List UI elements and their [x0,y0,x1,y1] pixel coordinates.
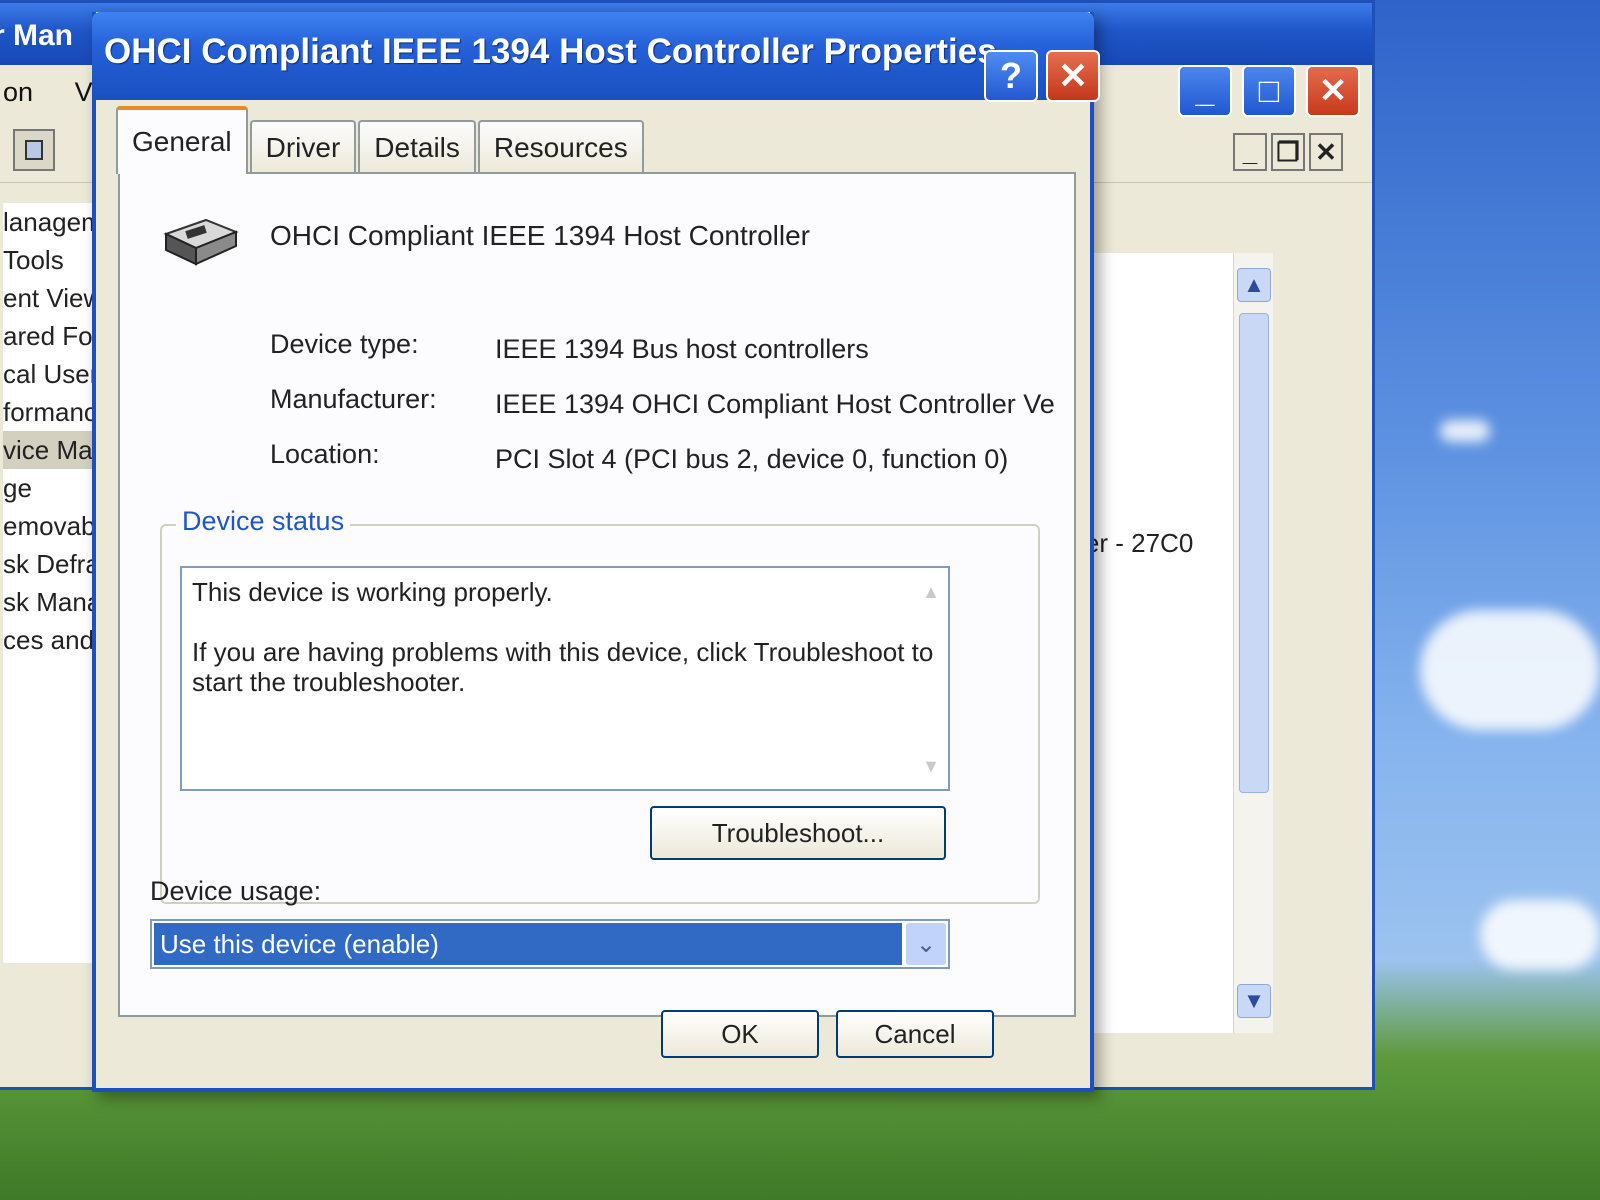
device-status-title: Device status [176,506,351,537]
manufacturer-label: Manufacturer: [270,384,437,414]
mdi-controls: _ ❐ ✕ [1233,133,1343,171]
mdi-close-button[interactable]: ✕ [1309,133,1343,171]
chevron-down-icon[interactable]: ⌄ [906,923,946,965]
ok-button[interactable]: OK [661,1010,819,1058]
vertical-scrollbar[interactable]: ▲ ▼ [1233,253,1273,1033]
tab-resources[interactable]: Resources [477,120,644,174]
cancel-button[interactable]: Cancel [836,1010,994,1058]
console-tree-icon [25,140,43,160]
mdi-minimize-button[interactable]: _ [1233,133,1267,171]
scroll-up-arrow-icon: ▲ [922,582,940,602]
device-status-text: This device is working properly. If you … [180,566,950,791]
help-button[interactable]: ? [984,50,1038,102]
mdi-restore-button[interactable]: ❐ [1271,133,1305,171]
close-button[interactable]: ✕ [1306,65,1360,117]
device-usage-dropdown[interactable]: Use this device (enable) ⌄ [150,919,950,969]
cloud [1480,900,1600,970]
status-scrollbar: ▲ ▼ [918,582,944,782]
status-help-line: If you are having problems with this dev… [192,636,934,697]
scroll-up-arrow-icon[interactable]: ▲ [1237,268,1271,302]
tab-strip: General Driver Details Resources [116,104,644,174]
device-type-label: Device type: [270,329,419,359]
device-status-group: Device status This device is working pro… [160,506,1040,904]
device-usage-label: Device usage: [150,876,322,906]
scroll-down-arrow-icon[interactable]: ▼ [1237,984,1271,1018]
tab-details[interactable]: Details [358,120,476,174]
menu-action[interactable]: on [3,77,33,107]
show-hide-console-tree-button[interactable] [13,129,55,171]
scroll-down-arrow-icon: ▼ [922,756,940,776]
device-name: OHCI Compliant IEEE 1394 Host Controller [270,220,810,251]
cloud [1420,610,1600,730]
location-value: PCI Slot 4 (PCI bus 2, device 0, functio… [495,444,1009,474]
device-list-pane: troller - 27C0 ▲ ▼ [1043,253,1273,1033]
device-usage-selected[interactable]: Use this device (enable) [154,923,902,965]
minimize-button[interactable]: _ [1178,65,1232,117]
status-line: This device is working properly. [192,577,553,607]
maximize-button[interactable]: □ [1242,65,1296,117]
troubleshoot-button[interactable]: Troubleshoot... [650,806,946,860]
scroll-thumb[interactable] [1239,313,1269,793]
dialog-titlebar[interactable]: OHCI Compliant IEEE 1394 Host Controller… [92,12,1094,100]
location-label: Location: [270,439,380,469]
general-tab-panel: OHCI Compliant IEEE 1394 Host Controller… [118,172,1076,1017]
manufacturer-value: IEEE 1394 OHCI Compliant Host Controller… [495,389,1055,419]
background-window-controls: _ □ ✕ [1178,65,1360,117]
device-type-value: IEEE 1394 Bus host controllers [495,334,869,364]
cloud [1440,420,1490,442]
controller-card-icon [163,218,239,266]
tab-driver[interactable]: Driver [249,120,357,174]
properties-dialog: OHCI Compliant IEEE 1394 Host Controller… [92,12,1100,1092]
close-button[interactable]: ✕ [1046,50,1100,102]
tab-general[interactable]: General [116,106,248,174]
dialog-title: OHCI Compliant IEEE 1394 Host Controller… [104,32,997,71]
